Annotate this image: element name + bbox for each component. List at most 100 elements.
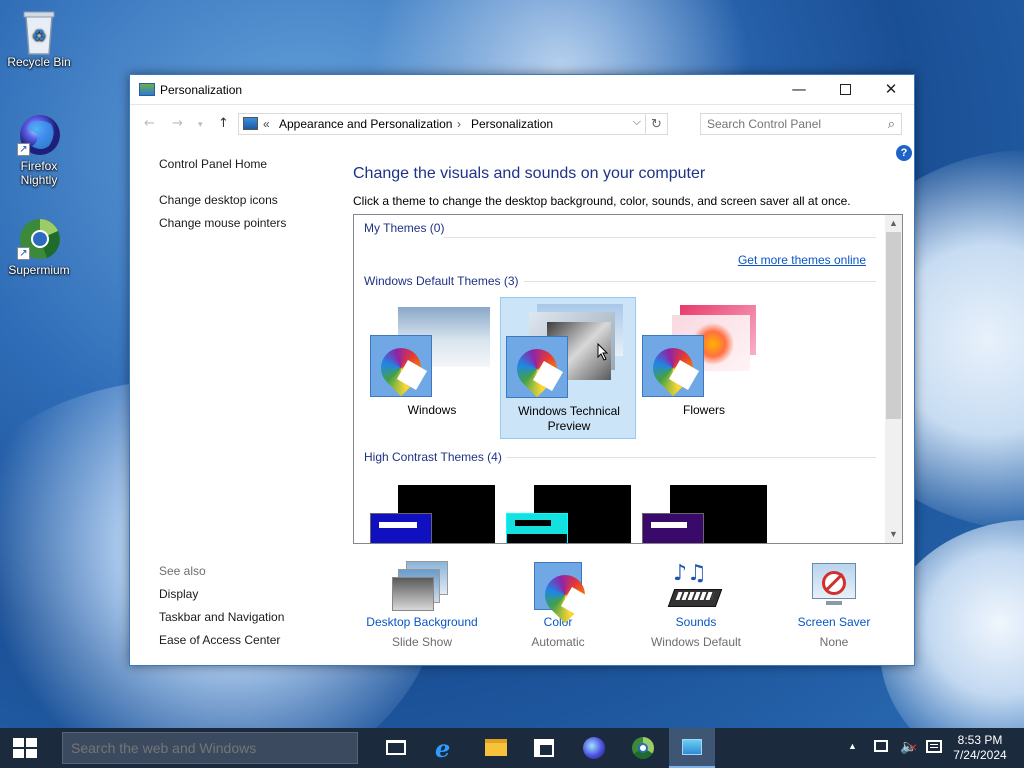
task-view-button[interactable] xyxy=(373,728,419,768)
screen-saver-label[interactable]: Screen Saver xyxy=(764,615,904,629)
volume-muted-icon: 🔈 ✕ xyxy=(900,739,918,755)
taskbar-store[interactable] xyxy=(521,728,567,768)
clock-time: 8:53 PM xyxy=(957,733,1003,747)
close-button[interactable]: ✕ xyxy=(868,75,914,105)
maximize-button[interactable] xyxy=(822,75,868,105)
taskbar-clock[interactable]: 8:53 PM 7/24/2024 xyxy=(944,733,1016,763)
sounds-label[interactable]: Sounds xyxy=(626,615,766,629)
firefox-nightly-icon: ↗ xyxy=(17,112,61,156)
shortcut-arrow-icon: ↗ xyxy=(17,247,30,260)
desktop-icon-firefox-nightly[interactable]: ↗ Firefox Nightly xyxy=(1,112,77,187)
themes-list[interactable]: My Themes (0) Get more themes online Win… xyxy=(353,214,903,544)
taskbar-firefox-nightly[interactable] xyxy=(571,728,617,768)
supermium-icon xyxy=(632,737,654,759)
maximize-icon xyxy=(839,84,851,95)
see-also-section: See also Display Taskbar and Navigation … xyxy=(159,564,284,656)
search-icon[interactable]: ⌕ xyxy=(888,116,895,132)
scroll-down-icon[interactable]: ▼ xyxy=(885,526,902,543)
recent-locations-button[interactable]: ▾ xyxy=(198,120,203,130)
taskbar: e ▲ 🔈✕ 8:53 PM 7/24/2024 xyxy=(0,728,1024,768)
clock-date: 7/24/2024 xyxy=(953,748,1007,762)
forward-button[interactable]: → xyxy=(172,116,183,131)
address-dropdown-icon[interactable]: ⌵ xyxy=(633,116,641,129)
scroll-up-icon[interactable]: ▲ xyxy=(885,215,902,232)
taskbar-control-panel[interactable] xyxy=(669,728,715,768)
theme-label: Windows xyxy=(407,403,457,417)
search-input[interactable] xyxy=(707,115,877,133)
address-segment-appearance[interactable]: Appearance and Personalization xyxy=(279,117,452,131)
color-palette-icon xyxy=(534,562,582,610)
desktop-icon-label: Recycle Bin xyxy=(7,55,71,69)
window-title: Personalization xyxy=(160,83,243,97)
display-link[interactable]: Display xyxy=(159,587,284,601)
task-view-icon xyxy=(386,740,406,755)
file-explorer-icon xyxy=(485,739,507,756)
svg-text:♻: ♻ xyxy=(32,26,46,45)
shortcut-arrow-icon: ↗ xyxy=(17,143,30,156)
refresh-button[interactable]: ↻ xyxy=(645,114,667,134)
address-segment-personalization[interactable]: Personalization xyxy=(471,117,553,131)
title-bar[interactable]: Personalization — ✕ xyxy=(130,75,914,105)
group-divider xyxy=(444,237,876,238)
start-button[interactable] xyxy=(0,728,50,768)
desktop-icon-recycle-bin[interactable]: ♻ Recycle Bin xyxy=(1,8,77,69)
control-panel-icon xyxy=(243,117,258,130)
taskbar-file-explorer[interactable] xyxy=(473,728,519,768)
sounds-icon: ♪♫ xyxy=(667,561,723,611)
personalization-window: Personalization — ✕ ← → ▾ ↑ « Appearance… xyxy=(129,74,915,666)
default-themes-header[interactable]: Windows Default Themes (3) xyxy=(364,274,519,288)
recycle-bin-icon: ♻ xyxy=(17,8,61,55)
theme-windows[interactable]: Windows xyxy=(364,297,500,439)
hc-mini-preview xyxy=(642,513,704,543)
theme-windows-technical-preview[interactable]: Windows Technical Preview xyxy=(500,297,636,439)
taskbar-supermium[interactable] xyxy=(620,728,666,768)
theme-color-palette-icon xyxy=(370,335,432,397)
theme-flowers[interactable]: Flowers xyxy=(636,297,772,439)
ease-of-access-link[interactable]: Ease of Access Center xyxy=(159,633,284,647)
taskbar-search-input[interactable] xyxy=(71,734,351,762)
desktop-background-link[interactable]: Desktop Background Slide Show xyxy=(352,561,492,649)
change-mouse-pointers-link[interactable]: Change mouse pointers xyxy=(159,216,286,230)
see-also-header: See also xyxy=(159,564,206,578)
search-box[interactable]: ⌕ xyxy=(700,113,902,135)
taskbar-internet-explorer[interactable]: e xyxy=(424,728,470,768)
high-contrast-header[interactable]: High Contrast Themes (4) xyxy=(364,450,502,464)
hc-mini-preview xyxy=(506,513,568,543)
color-link[interactable]: Color Automatic xyxy=(488,561,628,649)
up-button[interactable]: ↑ xyxy=(218,116,229,131)
theme-label: Flowers xyxy=(682,403,725,417)
screen-saver-icon xyxy=(808,561,860,611)
theme-color-palette-icon xyxy=(642,335,704,397)
internet-explorer-icon: e xyxy=(435,734,451,763)
scroll-thumb[interactable] xyxy=(886,232,901,419)
change-desktop-icons-link[interactable]: Change desktop icons xyxy=(159,193,286,207)
address-separator: › xyxy=(457,117,461,131)
screen-saver-link[interactable]: Screen Saver None xyxy=(764,561,904,649)
desktop-icon-supermium[interactable]: ↗ Supermium xyxy=(1,216,77,277)
screen-saver-value: None xyxy=(819,635,849,649)
windows-logo-icon xyxy=(13,738,37,758)
left-navigation: Control Panel Home Change desktop icons … xyxy=(159,157,286,239)
minimize-button[interactable]: — xyxy=(776,75,822,105)
address-bar[interactable]: « Appearance and Personalization › Perso… xyxy=(238,113,668,135)
network-icon xyxy=(874,740,888,752)
back-button[interactable]: ← xyxy=(144,116,155,131)
help-icon[interactable]: ? xyxy=(896,145,912,161)
themes-scrollbar[interactable]: ▲ ▼ xyxy=(885,215,902,543)
get-more-themes-link[interactable]: Get more themes online xyxy=(738,253,866,267)
address-overflow[interactable]: « xyxy=(263,117,270,131)
taskbar-search-box[interactable] xyxy=(62,732,358,764)
supermium-icon: ↗ xyxy=(17,216,61,260)
control-panel-home-link[interactable]: Control Panel Home xyxy=(159,157,286,171)
desktop-background-label[interactable]: Desktop Background xyxy=(352,615,492,629)
group-divider xyxy=(524,281,876,282)
page-description: Click a theme to change the desktop back… xyxy=(353,194,851,208)
sounds-link[interactable]: ♪♫ Sounds Windows Default xyxy=(626,561,766,649)
sounds-value: Windows Default xyxy=(650,635,742,649)
my-themes-header[interactable]: My Themes (0) xyxy=(364,221,444,235)
hc-mini-preview xyxy=(370,513,432,543)
group-divider xyxy=(506,457,876,458)
theme-color-palette-icon xyxy=(506,336,568,398)
taskbar-navigation-link[interactable]: Taskbar and Navigation xyxy=(159,610,284,624)
desktop-background-value: Slide Show xyxy=(391,635,453,649)
